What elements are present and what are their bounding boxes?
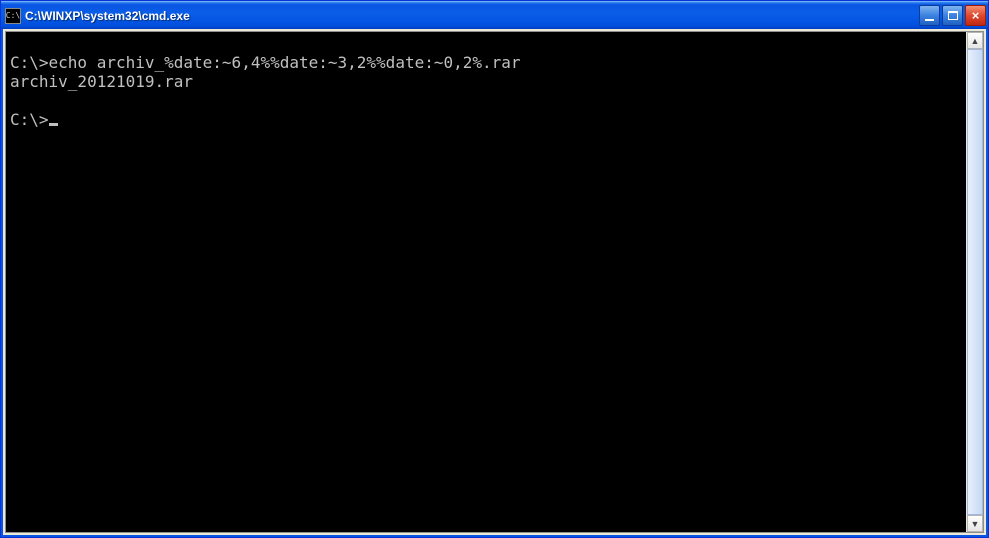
console-output[interactable]: C:\>echo archiv_%date:~6,4%%date:~3,2%%d…	[6, 32, 966, 532]
window-body: C:\>echo archiv_%date:~6,4%%date:~3,2%%d…	[1, 29, 988, 537]
close-button[interactable]: ×	[965, 5, 986, 26]
titlebar[interactable]: C:\ C:\WINXP\system32\cmd.exe ×	[1, 1, 988, 29]
window-title: C:\WINXP\system32\cmd.exe	[25, 9, 919, 23]
minimize-icon	[925, 19, 934, 21]
console-container: C:\>echo archiv_%date:~6,4%%date:~3,2%%d…	[5, 31, 984, 533]
console-prompt: C:\>	[10, 110, 49, 129]
console-line: C:\>echo archiv_%date:~6,4%%date:~3,2%%d…	[10, 53, 521, 72]
scroll-down-button[interactable]: ▼	[967, 515, 983, 532]
cmd-icon: C:\	[5, 8, 21, 24]
vertical-scrollbar[interactable]: ▲ ▼	[966, 32, 983, 532]
maximize-icon	[948, 11, 958, 20]
minimize-button[interactable]	[919, 5, 940, 26]
console-line: archiv_20121019.rar	[10, 72, 193, 91]
cmd-window: C:\ C:\WINXP\system32\cmd.exe × C:\>echo…	[0, 0, 989, 538]
maximize-button[interactable]	[942, 5, 963, 26]
chevron-up-icon: ▲	[971, 36, 980, 46]
window-controls: ×	[919, 5, 986, 26]
scroll-track[interactable]	[967, 49, 983, 515]
scroll-thumb[interactable]	[967, 49, 983, 515]
scroll-up-button[interactable]: ▲	[967, 32, 983, 49]
close-icon: ×	[972, 9, 980, 22]
cursor	[49, 123, 58, 126]
chevron-down-icon: ▼	[971, 519, 980, 529]
